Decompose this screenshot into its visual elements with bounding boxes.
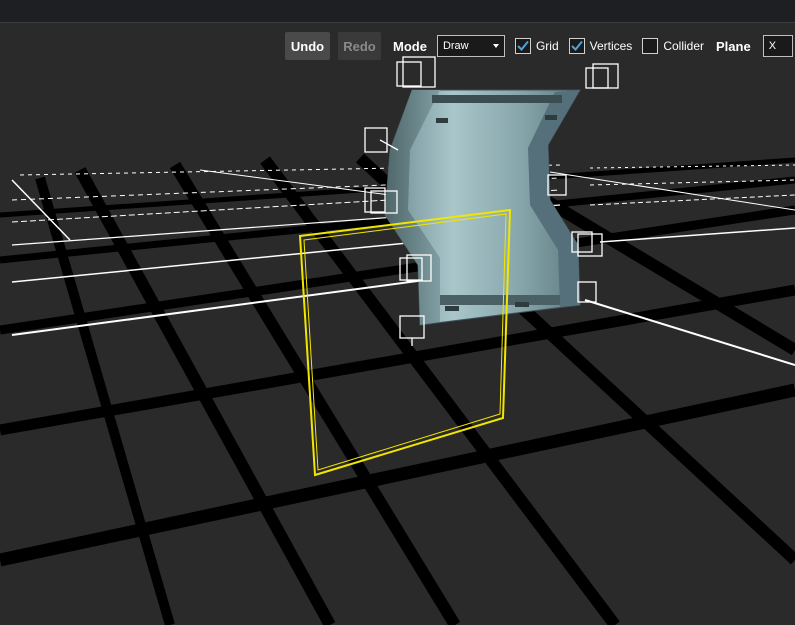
collider-label: Collider [663,39,704,53]
check-icon [570,40,583,51]
caret-down-icon [492,44,499,48]
wall-mesh[interactable] [384,89,581,326]
vertices-checkbox[interactable] [568,38,585,54]
plane-input[interactable]: X [762,35,793,57]
vertices-toggle[interactable]: Vertices [568,38,633,54]
editor-toolbar: Undo Redo Mode Draw Grid Vertices Collid… [285,32,793,60]
collider-checkbox[interactable] [642,38,659,54]
mode-label: Mode [393,38,427,54]
grid-label: Grid [535,39,559,53]
cube-wireframe-icon[interactable] [396,56,436,88]
undo-button[interactable]: Undo [285,32,330,60]
plane-label: Plane [716,38,751,54]
scene-canvas[interactable] [0,23,795,625]
mode-value: Draw [442,40,469,52]
mode-dropdown[interactable]: Draw [436,35,505,57]
vertices-label: Vertices [589,39,633,53]
redo-button[interactable]: Redo [338,32,381,60]
cube-wireframe-icon[interactable] [577,281,597,303]
grid-toggle[interactable]: Grid [514,38,559,54]
cube-wireframe-icon[interactable] [585,63,619,89]
collider-toggle[interactable]: Collider [642,38,704,54]
grid-checkbox[interactable] [514,38,531,54]
scene-viewport[interactable] [0,23,795,625]
check-icon [517,40,529,51]
top-panel-strip [0,0,795,23]
